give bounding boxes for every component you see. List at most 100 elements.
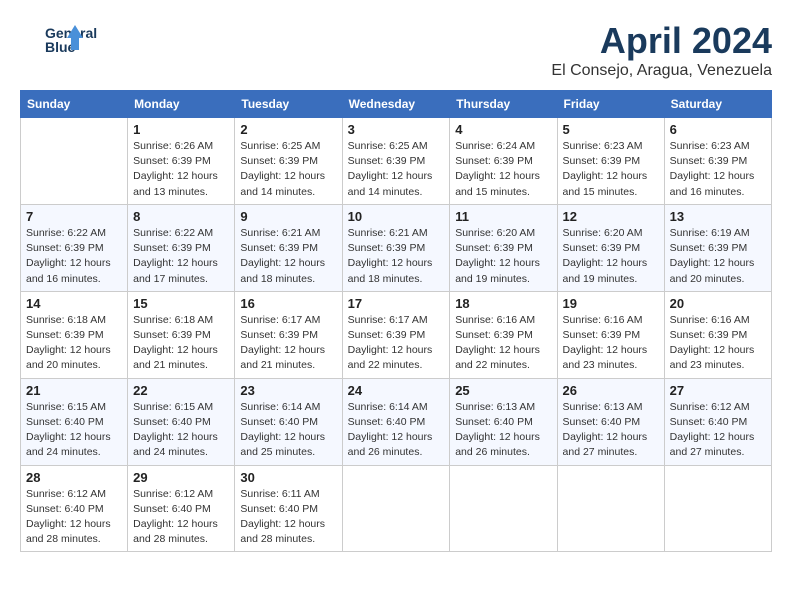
day-number: 4 [455,122,551,137]
day-number: 7 [26,209,122,224]
day-info: Sunrise: 6:26 AMSunset: 6:39 PMDaylight:… [133,140,218,198]
calendar-table: SundayMondayTuesdayWednesdayThursdayFrid… [20,90,772,552]
day-number: 19 [563,296,659,311]
day-number: 24 [348,383,445,398]
day-info: Sunrise: 6:14 AMSunset: 6:40 PMDaylight:… [240,401,325,459]
day-number: 13 [670,209,766,224]
calendar-cell: 12 Sunrise: 6:20 AMSunset: 6:39 PMDaylig… [557,204,664,291]
day-info: Sunrise: 6:17 AMSunset: 6:39 PMDaylight:… [240,314,325,372]
location-title: El Consejo, Aragua, Venezuela [551,62,772,80]
calendar-cell: 8 Sunrise: 6:22 AMSunset: 6:39 PMDayligh… [128,204,235,291]
calendar-cell: 14 Sunrise: 6:18 AMSunset: 6:39 PMDaylig… [21,291,128,378]
day-info: Sunrise: 6:12 AMSunset: 6:40 PMDaylight:… [670,401,755,459]
calendar-cell: 21 Sunrise: 6:15 AMSunset: 6:40 PMDaylig… [21,378,128,465]
day-info: Sunrise: 6:16 AMSunset: 6:39 PMDaylight:… [563,314,648,372]
calendar-cell [664,465,771,552]
calendar-cell: 20 Sunrise: 6:16 AMSunset: 6:39 PMDaylig… [664,291,771,378]
calendar-cell [557,465,664,552]
day-info: Sunrise: 6:20 AMSunset: 6:39 PMDaylight:… [563,227,648,285]
col-header-wednesday: Wednesday [342,91,450,118]
day-number: 16 [240,296,336,311]
calendar-cell: 24 Sunrise: 6:14 AMSunset: 6:40 PMDaylig… [342,378,450,465]
day-number: 9 [240,209,336,224]
col-header-monday: Monday [128,91,235,118]
calendar-cell: 15 Sunrise: 6:18 AMSunset: 6:39 PMDaylig… [128,291,235,378]
day-number: 27 [670,383,766,398]
day-number: 8 [133,209,229,224]
col-header-thursday: Thursday [450,91,557,118]
calendar-cell: 6 Sunrise: 6:23 AMSunset: 6:39 PMDayligh… [664,118,771,205]
day-info: Sunrise: 6:16 AMSunset: 6:39 PMDaylight:… [455,314,540,372]
calendar-cell: 4 Sunrise: 6:24 AMSunset: 6:39 PMDayligh… [450,118,557,205]
day-info: Sunrise: 6:21 AMSunset: 6:39 PMDaylight:… [348,227,433,285]
day-number: 22 [133,383,229,398]
col-header-tuesday: Tuesday [235,91,342,118]
calendar-cell: 28 Sunrise: 6:12 AMSunset: 6:40 PMDaylig… [21,465,128,552]
day-number: 25 [455,383,551,398]
calendar-cell: 9 Sunrise: 6:21 AMSunset: 6:39 PMDayligh… [235,204,342,291]
calendar-cell: 29 Sunrise: 6:12 AMSunset: 6:40 PMDaylig… [128,465,235,552]
day-info: Sunrise: 6:15 AMSunset: 6:40 PMDaylight:… [133,401,218,459]
day-number: 11 [455,209,551,224]
calendar-cell: 10 Sunrise: 6:21 AMSunset: 6:39 PMDaylig… [342,204,450,291]
calendar-cell: 23 Sunrise: 6:14 AMSunset: 6:40 PMDaylig… [235,378,342,465]
logo: General Blue [20,20,110,60]
day-info: Sunrise: 6:21 AMSunset: 6:39 PMDaylight:… [240,227,325,285]
day-number: 14 [26,296,122,311]
week-row-5: 28 Sunrise: 6:12 AMSunset: 6:40 PMDaylig… [21,465,772,552]
day-info: Sunrise: 6:22 AMSunset: 6:39 PMDaylight:… [26,227,111,285]
calendar-cell: 17 Sunrise: 6:17 AMSunset: 6:39 PMDaylig… [342,291,450,378]
col-header-sunday: Sunday [21,91,128,118]
calendar-cell: 19 Sunrise: 6:16 AMSunset: 6:39 PMDaylig… [557,291,664,378]
day-number: 15 [133,296,229,311]
calendar-cell: 3 Sunrise: 6:25 AMSunset: 6:39 PMDayligh… [342,118,450,205]
col-header-friday: Friday [557,91,664,118]
day-number: 20 [670,296,766,311]
day-info: Sunrise: 6:11 AMSunset: 6:40 PMDaylight:… [240,488,325,546]
calendar-cell: 18 Sunrise: 6:16 AMSunset: 6:39 PMDaylig… [450,291,557,378]
day-info: Sunrise: 6:13 AMSunset: 6:40 PMDaylight:… [455,401,540,459]
calendar-cell [342,465,450,552]
calendar-cell: 1 Sunrise: 6:26 AMSunset: 6:39 PMDayligh… [128,118,235,205]
calendar-cell: 26 Sunrise: 6:13 AMSunset: 6:40 PMDaylig… [557,378,664,465]
calendar-cell: 30 Sunrise: 6:11 AMSunset: 6:40 PMDaylig… [235,465,342,552]
day-number: 26 [563,383,659,398]
day-info: Sunrise: 6:18 AMSunset: 6:39 PMDaylight:… [133,314,218,372]
day-number: 30 [240,470,336,485]
week-row-2: 7 Sunrise: 6:22 AMSunset: 6:39 PMDayligh… [21,204,772,291]
week-row-1: 1 Sunrise: 6:26 AMSunset: 6:39 PMDayligh… [21,118,772,205]
day-number: 1 [133,122,229,137]
week-row-4: 21 Sunrise: 6:15 AMSunset: 6:40 PMDaylig… [21,378,772,465]
day-info: Sunrise: 6:17 AMSunset: 6:39 PMDaylight:… [348,314,433,372]
day-info: Sunrise: 6:19 AMSunset: 6:39 PMDaylight:… [670,227,755,285]
day-number: 29 [133,470,229,485]
calendar-cell: 25 Sunrise: 6:13 AMSunset: 6:40 PMDaylig… [450,378,557,465]
day-info: Sunrise: 6:15 AMSunset: 6:40 PMDaylight:… [26,401,111,459]
calendar-cell: 5 Sunrise: 6:23 AMSunset: 6:39 PMDayligh… [557,118,664,205]
day-info: Sunrise: 6:16 AMSunset: 6:39 PMDaylight:… [670,314,755,372]
day-number: 17 [348,296,445,311]
day-number: 23 [240,383,336,398]
logo-icon: General Blue [20,20,110,60]
calendar-cell: 13 Sunrise: 6:19 AMSunset: 6:39 PMDaylig… [664,204,771,291]
day-number: 10 [348,209,445,224]
calendar-cell: 2 Sunrise: 6:25 AMSunset: 6:39 PMDayligh… [235,118,342,205]
day-info: Sunrise: 6:24 AMSunset: 6:39 PMDaylight:… [455,140,540,198]
day-info: Sunrise: 6:12 AMSunset: 6:40 PMDaylight:… [26,488,111,546]
day-number: 6 [670,122,766,137]
month-title: April 2024 [551,20,772,62]
calendar-cell: 27 Sunrise: 6:12 AMSunset: 6:40 PMDaylig… [664,378,771,465]
calendar-cell: 7 Sunrise: 6:22 AMSunset: 6:39 PMDayligh… [21,204,128,291]
calendar-cell: 22 Sunrise: 6:15 AMSunset: 6:40 PMDaylig… [128,378,235,465]
day-info: Sunrise: 6:23 AMSunset: 6:39 PMDaylight:… [563,140,648,198]
day-number: 21 [26,383,122,398]
day-number: 3 [348,122,445,137]
day-info: Sunrise: 6:13 AMSunset: 6:40 PMDaylight:… [563,401,648,459]
day-info: Sunrise: 6:12 AMSunset: 6:40 PMDaylight:… [133,488,218,546]
day-number: 12 [563,209,659,224]
page-header: General Blue April 2024 El Consejo, Arag… [20,20,772,80]
day-number: 2 [240,122,336,137]
day-number: 5 [563,122,659,137]
day-info: Sunrise: 6:18 AMSunset: 6:39 PMDaylight:… [26,314,111,372]
week-row-3: 14 Sunrise: 6:18 AMSunset: 6:39 PMDaylig… [21,291,772,378]
